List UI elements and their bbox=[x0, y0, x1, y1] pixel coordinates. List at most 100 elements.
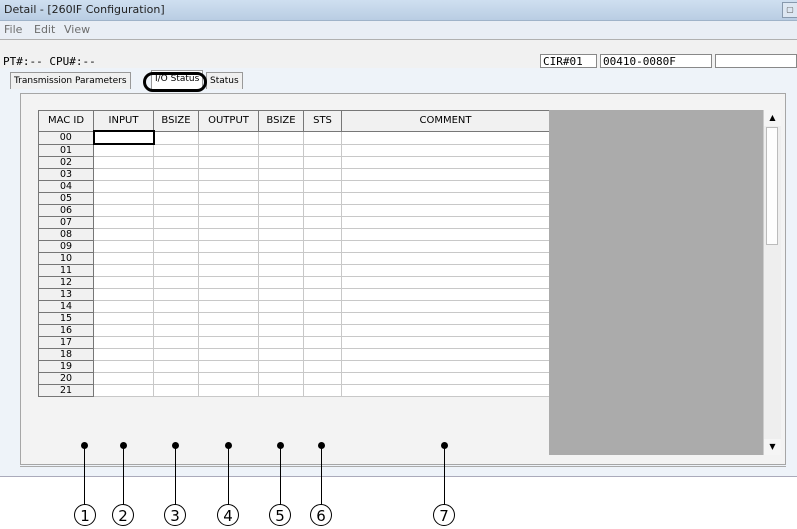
comment-cell[interactable] bbox=[341, 360, 550, 373]
comment-cell[interactable] bbox=[341, 204, 550, 217]
table-row[interactable]: 18 bbox=[38, 348, 550, 361]
sts-cell[interactable] bbox=[303, 288, 342, 301]
input-bsize-cell[interactable] bbox=[153, 348, 199, 361]
input-cell[interactable] bbox=[93, 192, 154, 205]
input-bsize-cell[interactable] bbox=[153, 180, 199, 193]
input-bsize-cell[interactable] bbox=[153, 252, 199, 265]
table-row[interactable]: 20 bbox=[38, 372, 550, 385]
comment-cell[interactable] bbox=[341, 130, 550, 145]
comment-cell[interactable] bbox=[341, 264, 550, 277]
sts-cell[interactable] bbox=[303, 360, 342, 373]
sts-cell[interactable] bbox=[303, 204, 342, 217]
input-bsize-cell[interactable] bbox=[153, 336, 199, 349]
input-cell[interactable] bbox=[93, 252, 154, 265]
input-bsize-cell[interactable] bbox=[153, 228, 199, 241]
comment-cell[interactable] bbox=[341, 228, 550, 241]
comment-cell[interactable] bbox=[341, 192, 550, 205]
input-cell[interactable] bbox=[93, 324, 154, 337]
input-cell[interactable] bbox=[93, 168, 154, 181]
input-cell[interactable] bbox=[93, 360, 154, 373]
input-bsize-cell[interactable] bbox=[153, 143, 199, 157]
output-cell[interactable] bbox=[198, 336, 259, 349]
table-row[interactable]: 19 bbox=[38, 360, 550, 373]
table-row[interactable]: 09 bbox=[38, 240, 550, 253]
sts-cell[interactable] bbox=[303, 168, 342, 181]
comment-cell[interactable] bbox=[341, 372, 550, 385]
comment-cell[interactable] bbox=[341, 384, 550, 397]
scroll-thumb[interactable] bbox=[766, 127, 778, 245]
output-bsize-cell[interactable] bbox=[258, 204, 304, 217]
output-cell[interactable] bbox=[198, 300, 259, 313]
comment-cell[interactable] bbox=[341, 168, 550, 181]
input-bsize-cell[interactable] bbox=[153, 372, 199, 385]
output-bsize-cell[interactable] bbox=[258, 216, 304, 229]
sts-cell[interactable] bbox=[303, 324, 342, 337]
input-cell[interactable] bbox=[93, 228, 154, 241]
output-cell[interactable] bbox=[198, 168, 259, 181]
col-comment[interactable]: COMMENT bbox=[341, 110, 550, 132]
comment-cell[interactable] bbox=[341, 336, 550, 349]
vertical-scrollbar[interactable]: ▲ ▼ bbox=[763, 110, 781, 455]
output-cell[interactable] bbox=[198, 192, 259, 205]
output-cell[interactable] bbox=[198, 288, 259, 301]
input-cell[interactable] bbox=[93, 336, 154, 349]
comment-cell[interactable] bbox=[341, 324, 550, 337]
table-row[interactable]: 03 bbox=[38, 168, 550, 181]
output-cell[interactable] bbox=[198, 276, 259, 289]
comment-cell[interactable] bbox=[341, 288, 550, 301]
output-bsize-cell[interactable] bbox=[258, 143, 304, 157]
input-bsize-cell[interactable] bbox=[153, 204, 199, 217]
output-bsize-cell[interactable] bbox=[258, 348, 304, 361]
comment-cell[interactable] bbox=[341, 312, 550, 325]
tab-transmission-parameters[interactable]: Transmission Parameters bbox=[10, 72, 131, 89]
sts-cell[interactable] bbox=[303, 180, 342, 193]
input-cell[interactable] bbox=[93, 300, 154, 313]
output-cell[interactable] bbox=[198, 216, 259, 229]
sts-cell[interactable] bbox=[303, 192, 342, 205]
output-cell[interactable] bbox=[198, 324, 259, 337]
output-bsize-cell[interactable] bbox=[258, 156, 304, 169]
input-bsize-cell[interactable] bbox=[153, 156, 199, 169]
output-bsize-cell[interactable] bbox=[258, 312, 304, 325]
input-bsize-cell[interactable] bbox=[153, 360, 199, 373]
output-cell[interactable] bbox=[198, 384, 259, 397]
input-cell[interactable] bbox=[93, 276, 154, 289]
sts-cell[interactable] bbox=[303, 300, 342, 313]
table-row[interactable]: 04 bbox=[38, 180, 550, 193]
output-bsize-cell[interactable] bbox=[258, 240, 304, 253]
output-cell[interactable] bbox=[198, 240, 259, 253]
input-cell[interactable] bbox=[92, 130, 155, 145]
sts-cell[interactable] bbox=[303, 312, 342, 325]
sts-cell[interactable] bbox=[303, 130, 342, 145]
input-cell[interactable] bbox=[93, 372, 154, 385]
col-input-bsize[interactable]: BSIZE bbox=[153, 110, 199, 132]
table-row[interactable]: 06 bbox=[38, 204, 550, 217]
table-row[interactable]: 07 bbox=[38, 216, 550, 229]
table-row[interactable]: 02 bbox=[38, 156, 550, 169]
table-row[interactable]: 08 bbox=[38, 228, 550, 241]
table-row[interactable]: 17 bbox=[38, 336, 550, 349]
input-bsize-cell[interactable] bbox=[153, 130, 199, 145]
menu-view[interactable]: View bbox=[64, 23, 90, 36]
comment-cell[interactable] bbox=[341, 216, 550, 229]
sts-cell[interactable] bbox=[303, 276, 342, 289]
input-bsize-cell[interactable] bbox=[153, 168, 199, 181]
table-row[interactable]: 21 bbox=[38, 384, 550, 397]
input-cell[interactable] bbox=[93, 384, 154, 397]
output-bsize-cell[interactable] bbox=[258, 324, 304, 337]
col-mac-id[interactable]: MAC ID bbox=[38, 110, 94, 132]
input-bsize-cell[interactable] bbox=[153, 324, 199, 337]
scroll-down-icon[interactable]: ▼ bbox=[764, 439, 781, 455]
input-bsize-cell[interactable] bbox=[153, 384, 199, 397]
input-cell[interactable] bbox=[93, 312, 154, 325]
output-cell[interactable] bbox=[198, 348, 259, 361]
input-bsize-cell[interactable] bbox=[153, 192, 199, 205]
comment-cell[interactable] bbox=[341, 240, 550, 253]
output-cell[interactable] bbox=[198, 312, 259, 325]
output-cell[interactable] bbox=[198, 360, 259, 373]
output-cell[interactable] bbox=[198, 264, 259, 277]
output-bsize-cell[interactable] bbox=[258, 288, 304, 301]
table-row[interactable]: 00 bbox=[38, 130, 550, 145]
sts-cell[interactable] bbox=[303, 156, 342, 169]
output-bsize-cell[interactable] bbox=[258, 264, 304, 277]
